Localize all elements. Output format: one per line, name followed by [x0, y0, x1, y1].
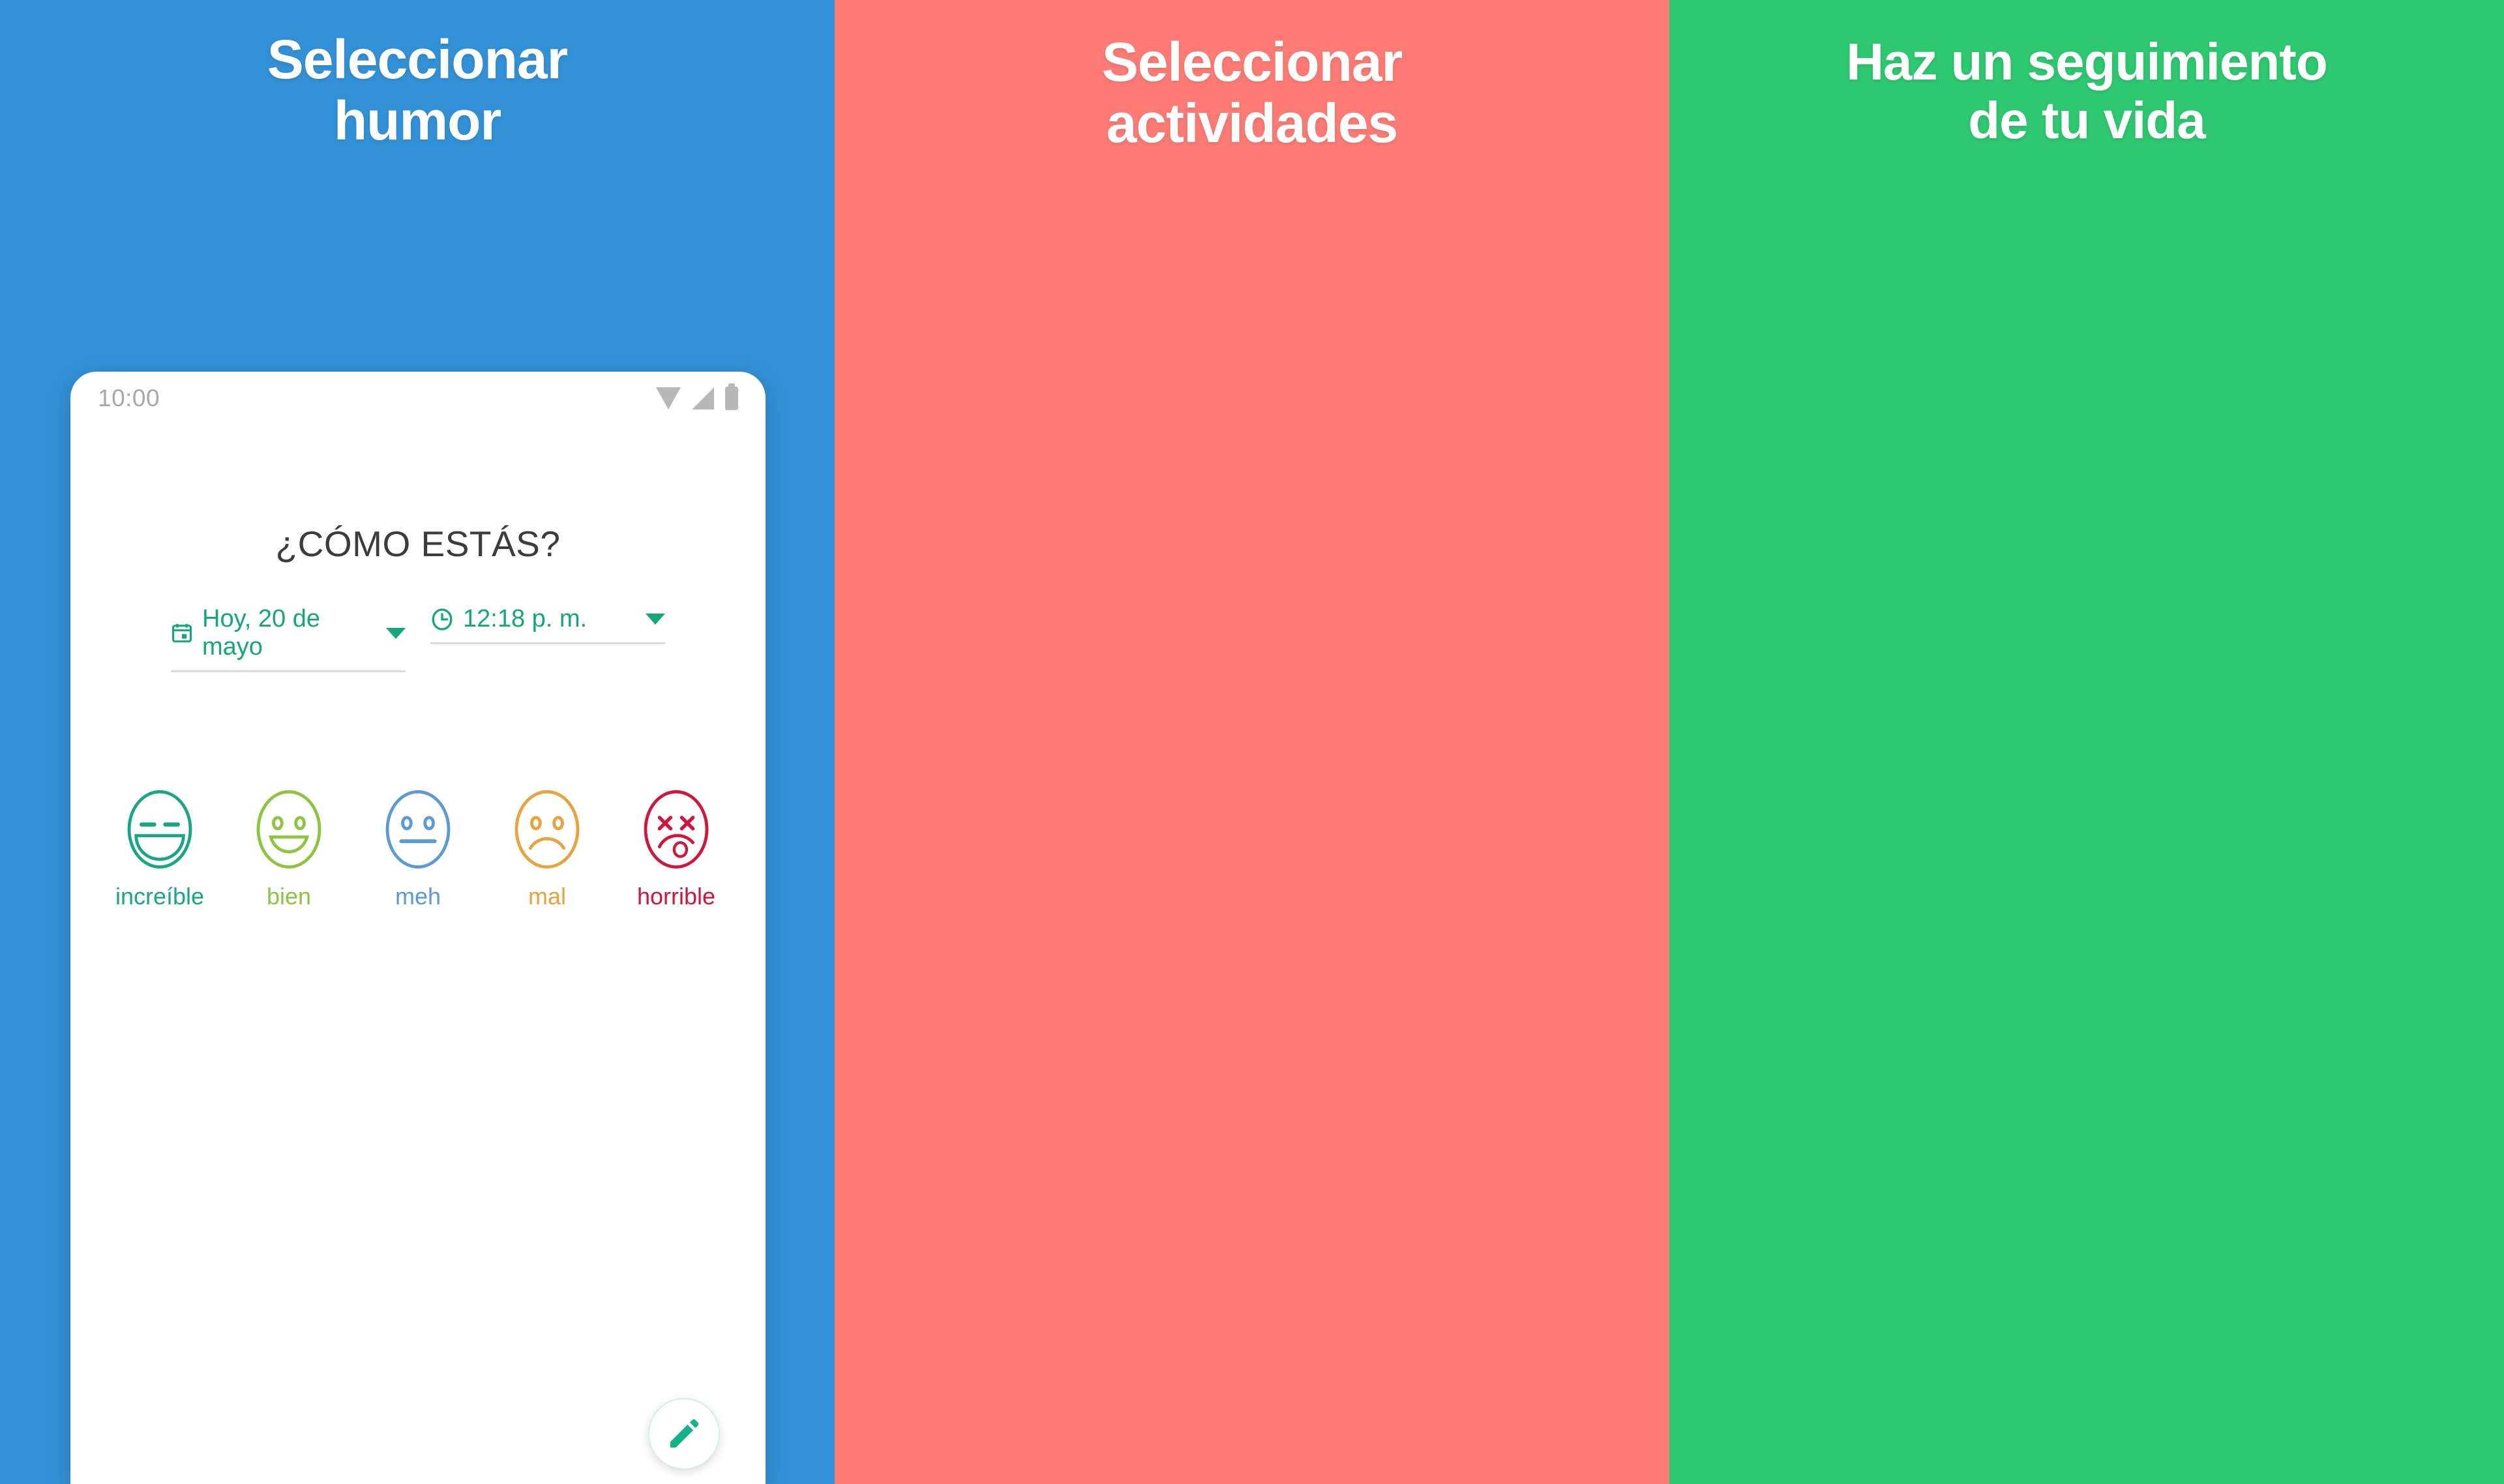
wifi-icon [656, 387, 681, 409]
panel-2-title: Seleccionar actividades [835, 31, 1669, 154]
promo-screenshot: Seleccionar humor 10:00 ¿CÓMO ESTÁS? Hoy… [0, 0, 2504, 1484]
mood-option-meh[interactable]: meh [359, 788, 477, 910]
status-time: 10:00 [98, 385, 160, 411]
mood-option-horrible[interactable]: horrible [617, 788, 736, 910]
status-icon-group [656, 383, 738, 410]
time-picker-underline [430, 642, 665, 644]
mood-selector: increíble bien meh mal horrible [70, 788, 766, 910]
panel-3-title-line1: Haz un seguimiento [1846, 33, 2328, 91]
chevron-down-icon [646, 614, 665, 625]
date-picker-value: Hoy, 20 de mayo [202, 605, 320, 660]
date-picker[interactable]: Hoy, 20 de mayo [171, 605, 406, 672]
panel-1-title-line1: Seleccionar [267, 29, 569, 90]
mood-meh-icon [385, 790, 451, 869]
chevron-down-icon [386, 627, 406, 639]
battery-icon [725, 383, 738, 410]
panel-3-title-line2: de tu vida [1968, 91, 2205, 149]
date-picker-underline [171, 670, 406, 672]
mood-good-icon [256, 790, 321, 869]
clock-icon [432, 608, 453, 631]
mood-label: horrible [636, 883, 716, 910]
pencil-icon [670, 1419, 699, 1447]
time-picker[interactable]: 12:18 p. m. [430, 605, 665, 672]
mood-option-increible[interactable]: increíble [100, 788, 219, 910]
panel-2-title-line2: actividades [1106, 93, 1399, 155]
mood-question: ¿CÓMO ESTÁS? [275, 524, 561, 564]
panel-track-life: Haz un seguimiento de tu vida 10:00 may.… [1669, 0, 2504, 1484]
mood-rad-icon [127, 790, 192, 869]
mood-option-mal[interactable]: mal [488, 788, 606, 910]
mood-awful-icon [644, 790, 709, 869]
mood-label: mal [528, 883, 566, 910]
calendar-icon [171, 623, 192, 643]
status-bar: 10:00 [70, 372, 766, 425]
mood-label: bien [266, 883, 312, 910]
datetime-pickers: Hoy, 20 de mayo 12:18 p. m. [70, 605, 766, 672]
panel-1-title-line2: humor [333, 90, 501, 152]
edit-fab-button[interactable] [648, 1398, 720, 1470]
panel-select-activities: Seleccionar actividades 10:00 [835, 0, 1669, 1484]
panel-3-title: Haz un seguimiento de tu vida [1669, 33, 2504, 149]
mood-label: increíble [115, 883, 205, 910]
panel-2-title-line1: Seleccionar [1101, 31, 1403, 93]
time-picker-value: 12:18 p. m. [463, 605, 588, 632]
mood-option-bien[interactable]: bien [230, 788, 348, 910]
panel-1-title: Seleccionar humor [0, 29, 835, 151]
signal-icon [692, 387, 714, 409]
panel-select-mood: Seleccionar humor 10:00 ¿CÓMO ESTÁS? Hoy… [0, 0, 835, 1484]
mood-bad-icon [514, 790, 580, 869]
mood-label: meh [395, 883, 441, 910]
phone-mockup-1: 10:00 ¿CÓMO ESTÁS? Hoy, 20 de mayo 12:18… [70, 372, 766, 1484]
